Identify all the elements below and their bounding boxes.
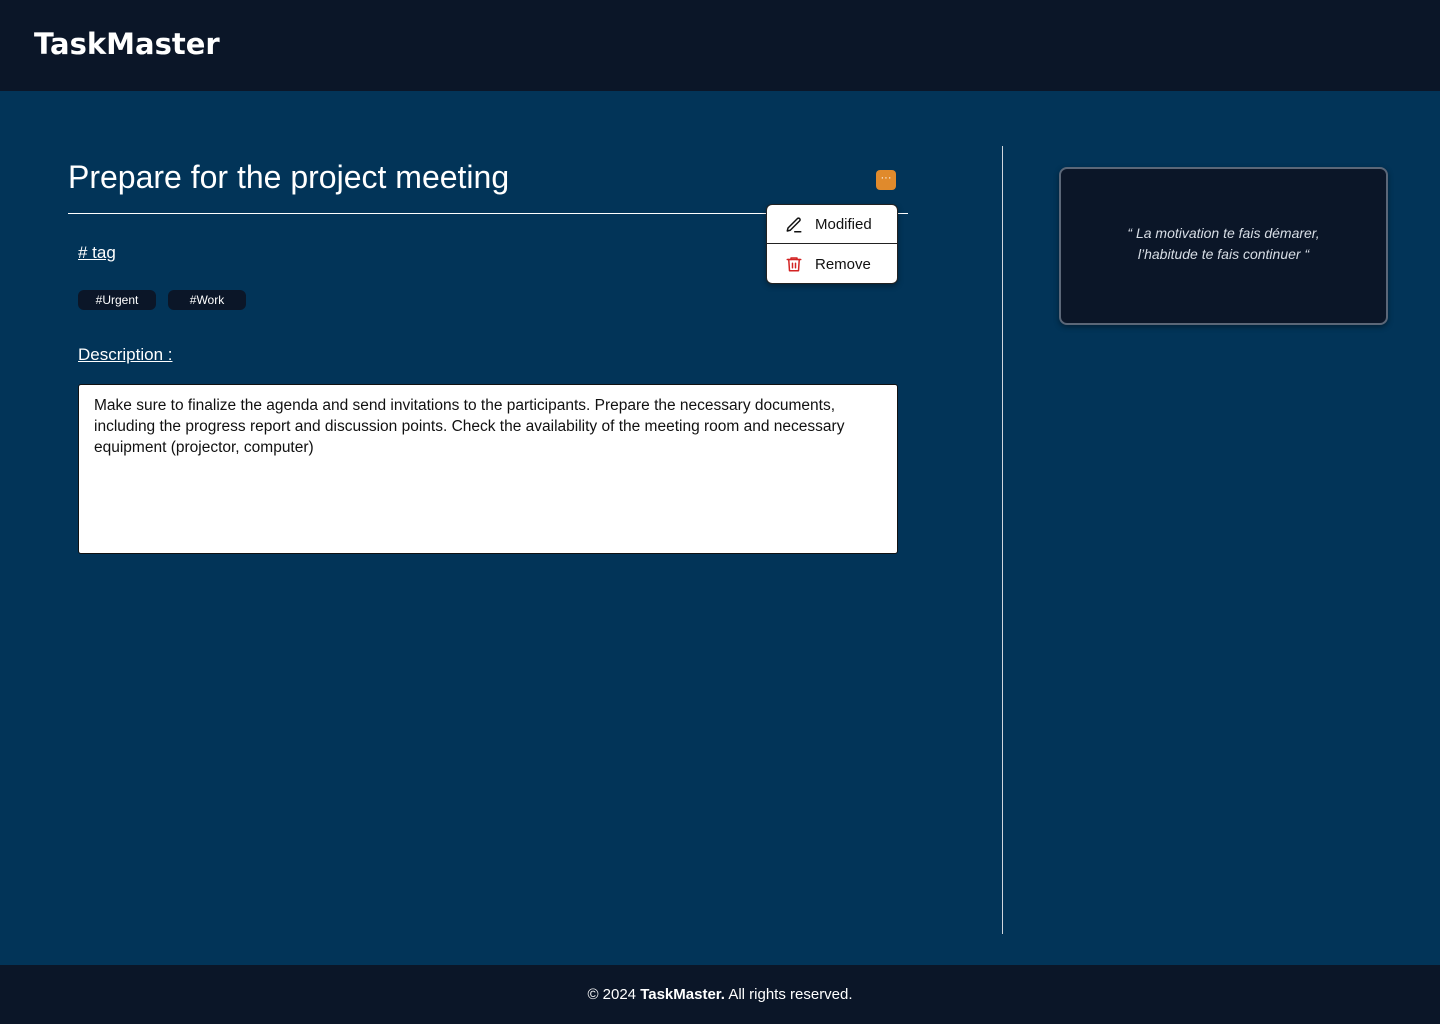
menu-item-label: Modified — [815, 216, 872, 233]
footer-prefix: © 2024 — [587, 986, 641, 1003]
vertical-divider — [1002, 146, 1003, 934]
tag-pill[interactable]: #Work — [168, 290, 246, 310]
app-logo[interactable]: TaskMaster — [34, 27, 220, 61]
quote-card: “ La motivation te fais démarer, l’habit… — [1059, 167, 1388, 325]
tag-list: #Urgent #Work — [78, 290, 246, 310]
quote-text: “ La motivation te fais démarer, l’habit… — [1061, 223, 1386, 265]
menu-item-label: Remove — [815, 255, 871, 273]
menu-item-remove[interactable]: Remove — [767, 245, 897, 283]
footer-suffix: All rights reserved. — [724, 986, 853, 1003]
main-content: Prepare for the project meeting ··· Modi… — [0, 91, 1440, 965]
tag-heading[interactable]: # tag — [78, 243, 116, 263]
pencil-icon — [786, 216, 802, 232]
trash-icon — [786, 257, 802, 272]
description-textarea[interactable]: Make sure to finalize the agenda and sen… — [78, 384, 898, 554]
more-options-button[interactable]: ··· — [876, 170, 896, 190]
quote-line-1: “ La motivation te fais démarer, — [1127, 225, 1320, 241]
footer: © 2024 TaskMaster. All rights reserved. — [0, 965, 1440, 1024]
task-options-menu: Modified Remove — [766, 204, 898, 284]
header-bar: TaskMaster — [0, 0, 1440, 91]
quote-line-2: l’habitude te fais continuer “ — [1137, 246, 1310, 262]
menu-item-modified[interactable]: Modified — [767, 206, 897, 244]
footer-brand: TaskMaster. — [640, 986, 725, 1003]
description-heading: Description : — [78, 345, 173, 364]
task-title: Prepare for the project meeting — [68, 159, 510, 195]
tag-pill[interactable]: #Urgent — [78, 290, 156, 310]
